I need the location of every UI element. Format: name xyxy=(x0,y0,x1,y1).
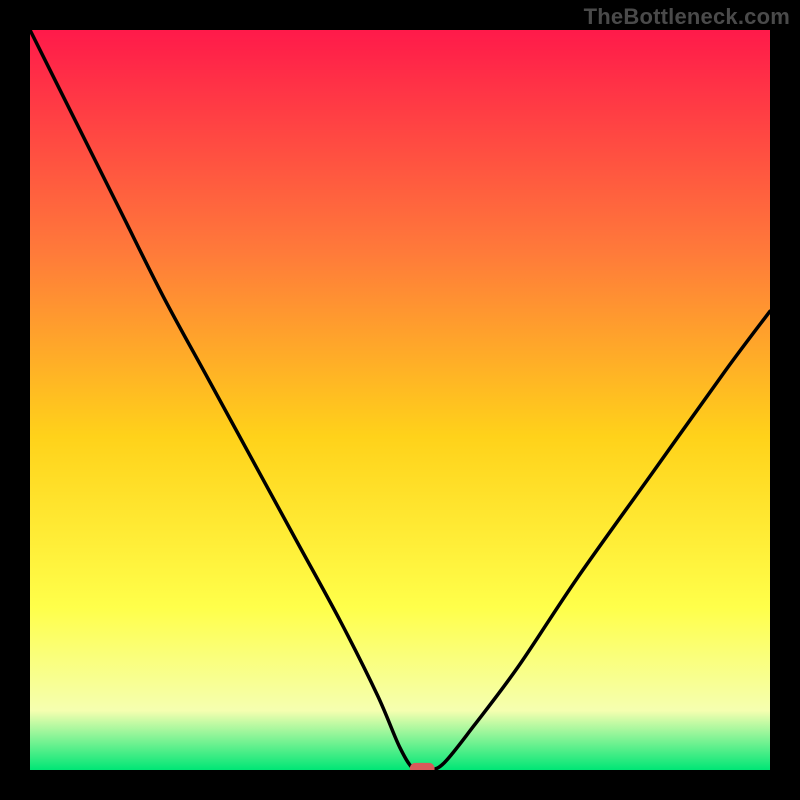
gradient-background xyxy=(30,30,770,770)
chart-svg xyxy=(30,30,770,770)
optimal-marker xyxy=(410,763,434,770)
plot-area xyxy=(30,30,770,770)
chart-frame: TheBottleneck.com xyxy=(0,0,800,800)
watermark-text: TheBottleneck.com xyxy=(584,4,790,30)
